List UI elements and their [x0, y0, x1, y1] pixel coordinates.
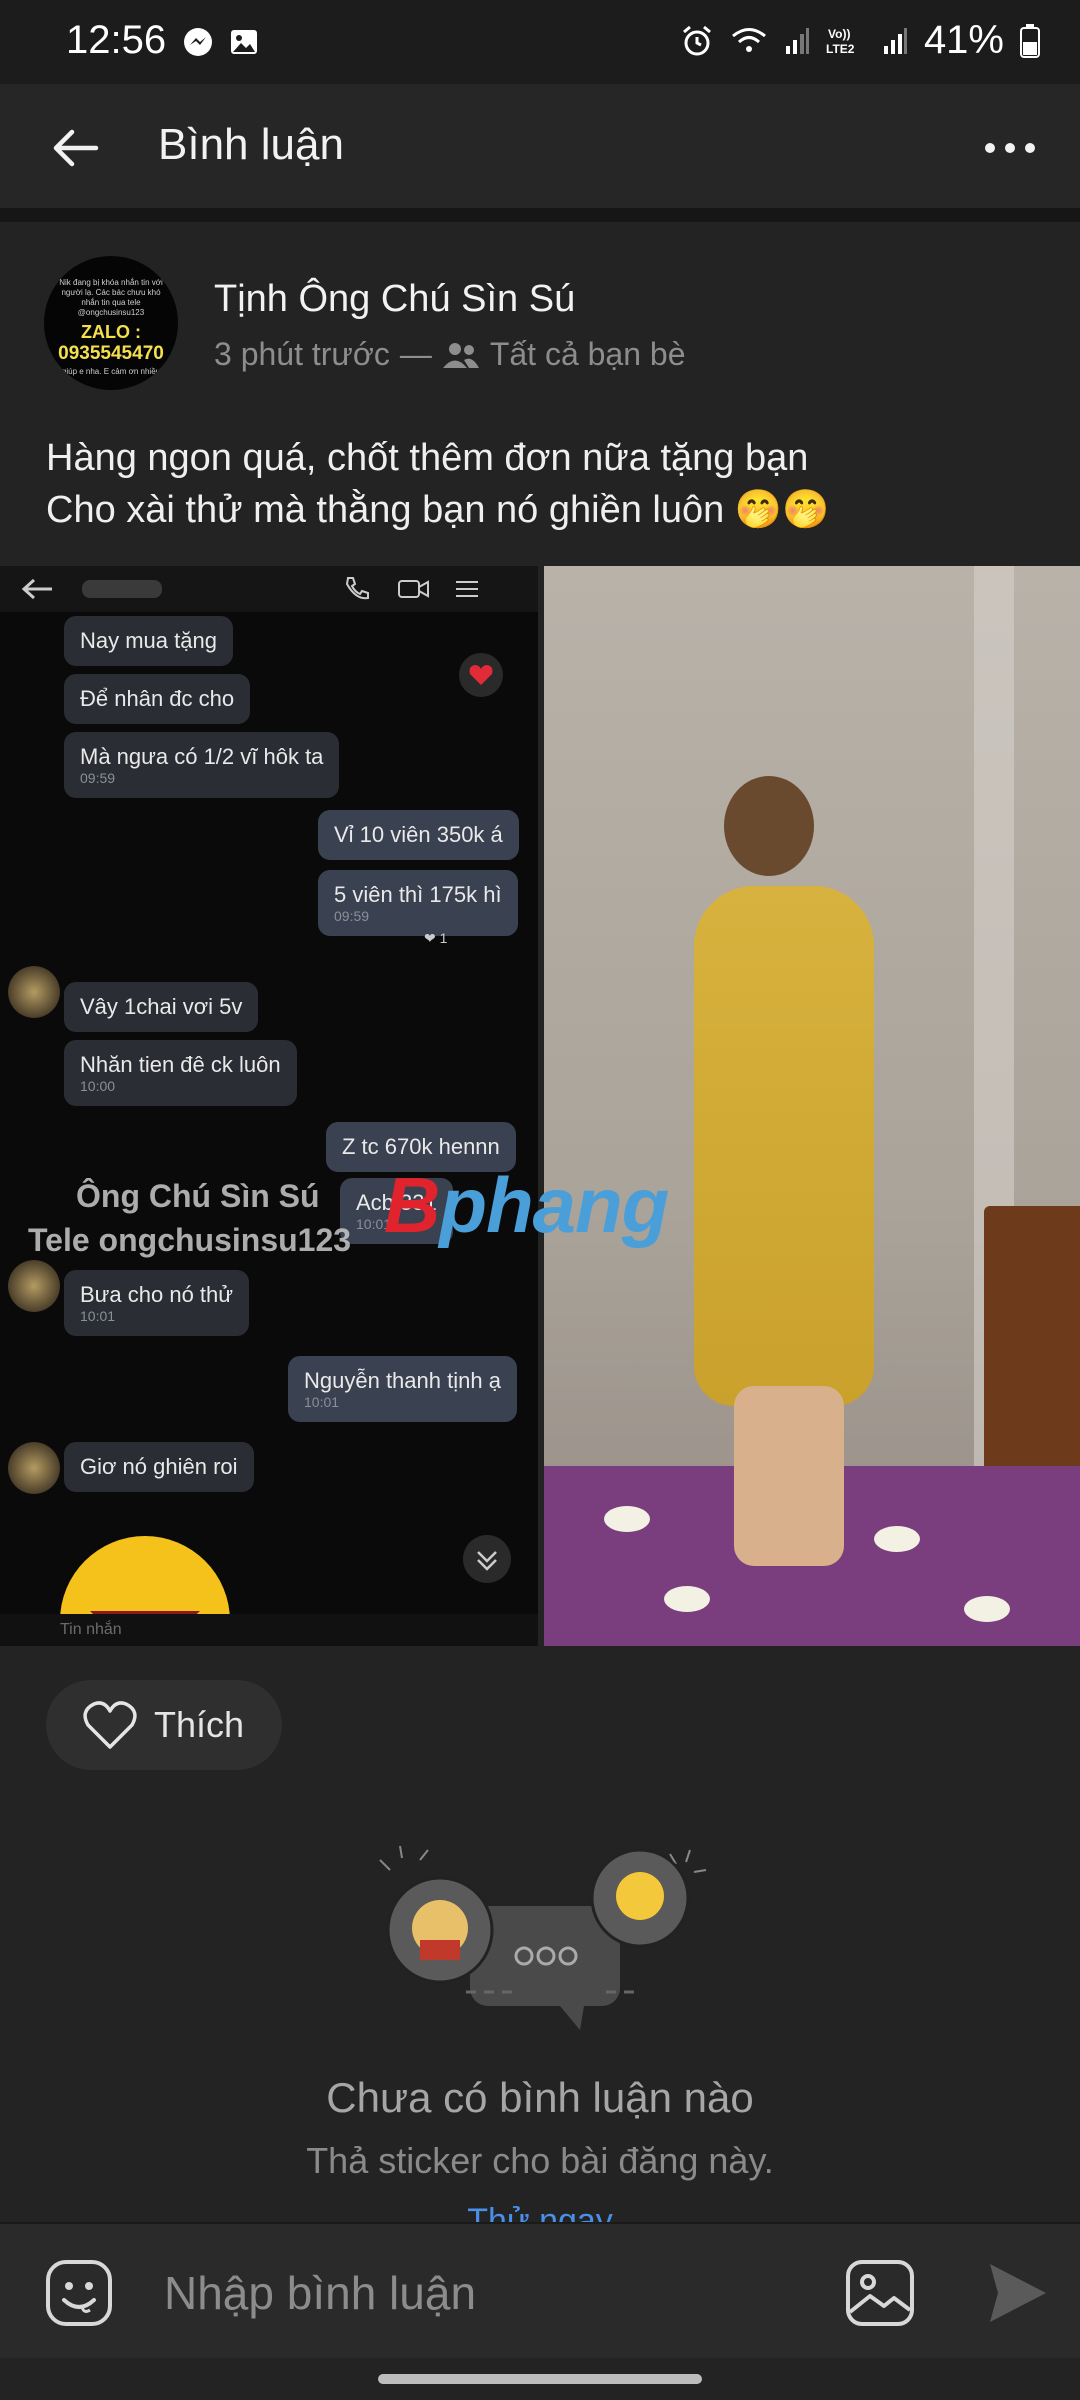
person-head: [724, 776, 814, 876]
chat-avatar-blurred: [8, 1260, 60, 1312]
comment-input[interactable]: [162, 2254, 806, 2332]
list-icon: [456, 581, 478, 597]
flower-pattern: [964, 1596, 1010, 1622]
heart-reaction-icon: [459, 653, 503, 697]
chat-bubble: Giơ nó ghiên roi: [64, 1442, 254, 1492]
status-bar: 12:56 Vo)) LTE2 41%: [0, 0, 1080, 84]
watermark-logo: Bphang: [384, 1161, 669, 1249]
chat-input-bar: Tin nhắn: [0, 1614, 538, 1646]
avatar-footer-text: giúp e nha. E cảm ơn nhiều: [61, 367, 161, 376]
comment-composer: [0, 2222, 1080, 2360]
post-photo-gallery: Nay mua tặng Để nhân đc cho Mà ngưa có 1…: [0, 566, 1080, 1646]
battery-percent: 41%: [923, 18, 1004, 62]
scroll-down-icon: [463, 1535, 511, 1583]
app-bar: Bình luận: [0, 84, 1080, 210]
alarm-icon: [682, 25, 711, 55]
signal-icon: [785, 27, 809, 54]
status-time: 12:56: [66, 18, 167, 62]
avatar-notice-text: Nik đang bị khóa nhắn tin với người lạ. …: [59, 278, 163, 317]
empty-state-subtitle: Thả sticker cho bài đăng này.: [306, 2140, 774, 2181]
post-card: Nik đang bị khóa nhắn tin với người lạ. …: [0, 222, 1080, 1646]
gallery-icon: [231, 30, 257, 54]
battery-icon: [1020, 23, 1040, 58]
meta-separator: —: [399, 336, 432, 372]
chat-bubble: Nay mua tặng: [64, 616, 233, 666]
post-audience: Tất cả bạn bè: [489, 336, 686, 372]
chat-header: [0, 566, 538, 612]
post-author-name[interactable]: Tịnh Ông Chú Sìn Sú: [214, 278, 575, 321]
chat-bubble-outgoing: Vỉ 10 viên 350k á: [318, 810, 519, 860]
post-time: 3 phút trước: [214, 336, 390, 372]
avatar-phone: 0935545470: [58, 343, 164, 364]
chat-bubble-outgoing: Nguyễn thanh tịnh ạ 10:01: [288, 1356, 517, 1422]
more-options-icon[interactable]: [980, 128, 1040, 168]
post-photo-chat-screenshot[interactable]: Nay mua tặng Để nhân đc cho Mà ngưa có 1…: [0, 566, 538, 1646]
svg-text:LTE2: LTE2: [826, 42, 855, 56]
image-picker-icon[interactable]: [844, 2258, 916, 2328]
chat-bubble: Vây 1chai vơi 5v: [64, 982, 259, 1032]
post-meta: 3 phút trước — Tất cả bạn bè: [214, 336, 686, 373]
sticker-icon[interactable]: [44, 2258, 114, 2328]
chat-avatar-blurred: [8, 1442, 60, 1494]
avatar-zalo-label: ZALO :: [81, 322, 141, 342]
chat-bubble: Bưa cho nó thử 10:01: [64, 1270, 249, 1336]
flower-pattern: [874, 1526, 920, 1552]
wifi-icon: [731, 27, 766, 52]
flower-pattern: [604, 1506, 650, 1532]
home-indicator[interactable]: [378, 2374, 702, 2384]
watermark-text: Tele ongchusinsu123: [28, 1222, 352, 1258]
send-icon[interactable]: [982, 2258, 1052, 2328]
volte-icon: Vo))LTE2: [826, 27, 855, 56]
post-caption: Hàng ngon quá, chốt thêm đơn nữa tặng bạ…: [46, 432, 829, 536]
chat-contact-name-blurred: [82, 580, 162, 598]
person-legs: [734, 1386, 844, 1566]
like-button[interactable]: Thích: [46, 1680, 282, 1770]
back-arrow-icon[interactable]: [46, 118, 106, 178]
signal-icon: [883, 27, 907, 54]
system-nav-bar: [0, 2358, 1080, 2400]
flower-pattern: [664, 1586, 710, 1612]
person-yellow-dress: [694, 886, 874, 1406]
video-call-icon: [398, 580, 429, 598]
chat-avatar-blurred: [8, 966, 60, 1018]
friends-icon: [442, 342, 479, 368]
chat-bubble-outgoing: 5 viên thì 175k hì 09:59: [318, 870, 518, 936]
empty-comments-illustration: [379, 1845, 707, 2030]
chat-bubble: Nhăn tien đê ck luôn 10:00: [64, 1040, 297, 1106]
section-divider: [0, 208, 1080, 222]
watermark-text: Ông Chú Sìn Sú: [76, 1178, 320, 1214]
like-label: Thích: [154, 1704, 245, 1745]
empty-state-title: Chưa có bình luận nào: [326, 2074, 754, 2121]
avatar[interactable]: Nik đang bị khóa nhắn tin với người lạ. …: [44, 256, 178, 390]
chat-bubble: Mà ngưa có 1/2 vĩ hôk ta 09:59: [64, 732, 340, 798]
back-arrow-icon: [21, 578, 52, 600]
messenger-icon: [184, 28, 212, 56]
post-photo-room[interactable]: [544, 566, 1080, 1646]
reaction-badge: ❤ 1: [424, 930, 448, 946]
page-title: Bình luận: [158, 120, 344, 169]
phone-icon: [345, 577, 369, 600]
post-caption-line: Hàng ngon quá, chốt thêm đơn nữa tặng bạ…: [46, 437, 809, 479]
chat-bubble: Để nhân đc cho: [64, 674, 251, 724]
post-caption-line: Cho xài thử mà thằng bạn nó ghiền luôn 🤭…: [46, 489, 830, 531]
heart-icon: [83, 1701, 137, 1749]
svg-text:Vo)): Vo)): [828, 27, 850, 41]
